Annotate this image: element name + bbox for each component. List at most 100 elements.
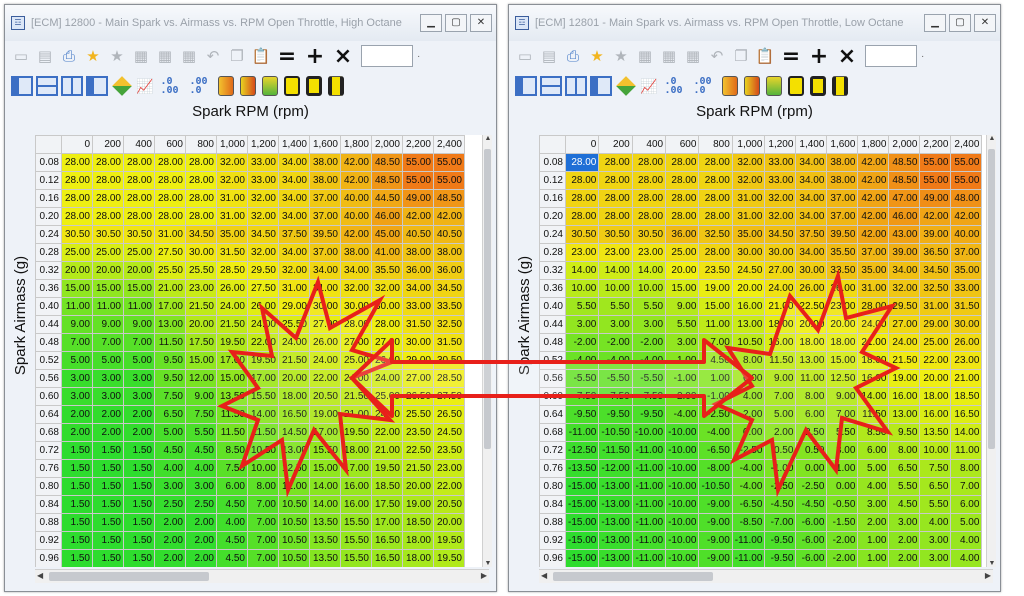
- paste-icon[interactable]: 📋: [251, 46, 271, 66]
- table-cell[interactable]: 42.00: [857, 189, 890, 208]
- table-cell[interactable]: 38.00: [826, 153, 859, 172]
- table-cell[interactable]: -2.00: [564, 333, 600, 352]
- table-cell[interactable]: -6.00: [795, 513, 828, 532]
- table-cell[interactable]: 30.50: [564, 225, 600, 244]
- table-cell[interactable]: -10.50: [598, 423, 633, 442]
- table-cell[interactable]: 1.50: [61, 441, 93, 460]
- table-cell[interactable]: -4.50: [764, 495, 797, 514]
- toolbar-overflow-icon[interactable]: ·: [417, 51, 420, 62]
- table-cell[interactable]: 38.00: [340, 243, 372, 262]
- table-cell[interactable]: 7.50: [185, 405, 217, 424]
- table-cell[interactable]: 24.50: [433, 423, 465, 442]
- table-cell[interactable]: 1.50: [123, 549, 155, 567]
- table-cell[interactable]: -11.00: [731, 531, 766, 550]
- table-cell[interactable]: -10.00: [665, 441, 700, 460]
- table-cell[interactable]: 2.00: [857, 513, 890, 532]
- table-cell[interactable]: 15.00: [826, 351, 859, 370]
- table-cell[interactable]: -13.50: [564, 459, 600, 478]
- table-cell[interactable]: 35.00: [731, 225, 766, 244]
- table-cell[interactable]: 42.00: [402, 207, 434, 226]
- table-cell[interactable]: -2.00: [631, 333, 667, 352]
- table-cell[interactable]: 3.00: [665, 333, 700, 352]
- table-cell[interactable]: 3.00: [123, 369, 155, 388]
- table-cell[interactable]: 28.00: [61, 171, 93, 190]
- table-cell[interactable]: 28.00: [698, 153, 733, 172]
- table-cell[interactable]: 28.00: [665, 189, 700, 208]
- table-cell[interactable]: 21.50: [888, 351, 921, 370]
- column-header[interactable]: 1,200: [764, 135, 797, 154]
- table-cell[interactable]: -10.50: [698, 477, 733, 496]
- table-cell[interactable]: 16.00: [340, 495, 372, 514]
- table-cell[interactable]: 46.00: [371, 207, 403, 226]
- undo-icon[interactable]: ↶: [203, 46, 223, 66]
- table-cell[interactable]: -7.50: [631, 387, 667, 406]
- table-cell[interactable]: 1.50: [92, 459, 124, 478]
- table-cell[interactable]: -12.50: [564, 441, 600, 460]
- table-cell[interactable]: 2.00: [123, 405, 155, 424]
- table-cell[interactable]: 18.00: [919, 387, 952, 406]
- table-cell[interactable]: 9.00: [185, 387, 217, 406]
- table-cell[interactable]: 6.50: [919, 477, 952, 496]
- table-cell[interactable]: 8.00: [888, 441, 921, 460]
- table-cell[interactable]: 33.00: [764, 153, 797, 172]
- add-button[interactable]: +: [303, 44, 327, 69]
- table-cell[interactable]: 27.50: [247, 279, 279, 298]
- table-cell[interactable]: 21.00: [950, 369, 983, 388]
- layout-split-vertical-icon[interactable]: [565, 76, 587, 96]
- table-cell[interactable]: 14.00: [950, 423, 983, 442]
- row-header[interactable]: 0.28: [539, 243, 566, 262]
- table-cell[interactable]: 28.00: [631, 189, 667, 208]
- row-header[interactable]: 0.52: [35, 351, 62, 370]
- table-cell[interactable]: 33.00: [764, 171, 797, 190]
- table-cell[interactable]: 5.00: [764, 405, 797, 424]
- border-all-icon[interactable]: [283, 76, 300, 96]
- title-bar[interactable]: ☲ [ECM] 12801 - Main Spark vs. Airmass v…: [509, 5, 1000, 41]
- table-cell[interactable]: 3.00: [61, 369, 93, 388]
- open-icon[interactable]: ▭: [11, 46, 31, 66]
- table-cell[interactable]: 16.00: [340, 477, 372, 496]
- table-cell[interactable]: 28.00: [185, 189, 217, 208]
- table-cell[interactable]: 34.00: [888, 261, 921, 280]
- table-cell[interactable]: 6.00: [216, 477, 248, 496]
- table-cell[interactable]: 15.50: [340, 549, 372, 567]
- close-button[interactable]: ✕: [470, 14, 492, 32]
- table-cell[interactable]: 17.00: [340, 459, 372, 478]
- table-cell[interactable]: 23.50: [698, 261, 733, 280]
- table-cell[interactable]: 0.00: [826, 477, 859, 496]
- table-cell[interactable]: 2.00: [888, 549, 921, 567]
- table-cell[interactable]: 13.50: [309, 513, 341, 532]
- table-cell[interactable]: 24.00: [278, 333, 310, 352]
- table-cell[interactable]: 28.00: [598, 171, 633, 190]
- border-outline-icon[interactable]: [305, 76, 322, 96]
- row-header[interactable]: 0.80: [539, 477, 566, 496]
- table-cell[interactable]: -4.00: [698, 423, 733, 442]
- table-cell[interactable]: 48.50: [371, 153, 403, 172]
- table-cell[interactable]: 1.50: [61, 459, 93, 478]
- table-cell[interactable]: 34.50: [247, 225, 279, 244]
- table-cell[interactable]: -13.00: [598, 531, 633, 550]
- table-cell[interactable]: 32.00: [371, 279, 403, 298]
- column-header[interactable]: 600: [154, 135, 186, 154]
- table-cell[interactable]: 1.00: [698, 369, 733, 388]
- table-cell[interactable]: -9.50: [598, 405, 633, 424]
- table-cell[interactable]: -2.50: [731, 441, 766, 460]
- table-cell[interactable]: -2.50: [698, 405, 733, 424]
- table-cell[interactable]: 28.00: [61, 207, 93, 226]
- table-cell[interactable]: -4.00: [731, 477, 766, 496]
- scroll-thumb[interactable]: [484, 149, 491, 449]
- table-cell[interactable]: 28.00: [154, 153, 186, 172]
- table-cell[interactable]: 18.00: [402, 549, 434, 567]
- table-cell[interactable]: 14.00: [309, 495, 341, 514]
- table-cell[interactable]: -9.00: [698, 513, 733, 532]
- table-cell[interactable]: 35.00: [216, 225, 248, 244]
- table-cell[interactable]: -11.00: [631, 531, 667, 550]
- layout-table-icon[interactable]: [86, 76, 108, 96]
- table-cell[interactable]: -7.50: [564, 387, 600, 406]
- table-cell[interactable]: 20.00: [185, 315, 217, 334]
- table-cell[interactable]: 27.00: [340, 333, 372, 352]
- row-header[interactable]: 0.32: [35, 261, 62, 280]
- table-cell[interactable]: 5.00: [92, 351, 124, 370]
- table-cell[interactable]: 34.00: [795, 171, 828, 190]
- table-cell[interactable]: 4.50: [888, 495, 921, 514]
- table-cell[interactable]: 23.00: [433, 459, 465, 478]
